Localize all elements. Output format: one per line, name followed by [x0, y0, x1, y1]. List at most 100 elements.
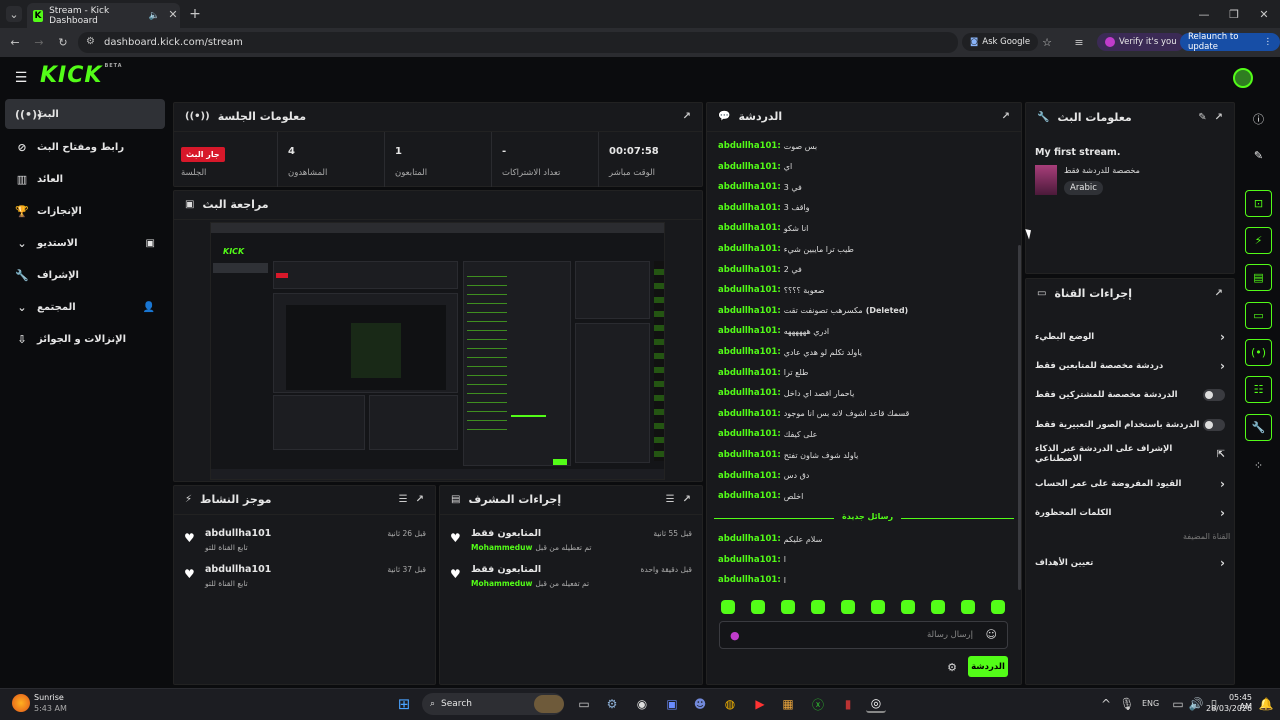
- chat-username[interactable]: abdullha101:: [718, 182, 781, 192]
- channel-action-item[interactable]: الكلمات المحظورة ›: [1035, 502, 1225, 524]
- chat-message[interactable]: abdullha101: ياولد شوف شاون تفتح: [718, 446, 1018, 464]
- chat-message[interactable]: abdullha101: واقف 3: [718, 199, 1018, 217]
- chat-username[interactable]: abdullha101:: [718, 326, 781, 336]
- chat-username[interactable]: abdullha101:: [718, 223, 781, 233]
- volume-icon[interactable]: 🔊: [1186, 695, 1206, 713]
- chat-message[interactable]: abdullha101: طيب ترا مايبين شيء: [718, 240, 1018, 258]
- back-icon[interactable]: ←: [8, 35, 22, 49]
- info-icon[interactable]: ⓘ: [1245, 105, 1272, 132]
- chat-username[interactable]: abdullha101:: [718, 450, 781, 460]
- toggle-switch[interactable]: [1203, 389, 1225, 401]
- chat-message[interactable]: abdullha101: ادري ههههههه: [718, 322, 1018, 340]
- tray-chevron-icon[interactable]: ^: [1096, 695, 1116, 713]
- chat-username[interactable]: abdullha101:: [718, 388, 781, 398]
- chat-message[interactable]: abdullha101: اي: [718, 158, 1018, 176]
- kebab-menu-icon[interactable]: ⋮: [1264, 37, 1273, 47]
- sidebar-item[interactable]: ⊘ رابط ومفتاح البث: [5, 132, 165, 162]
- chat-username[interactable]: abdullha101:: [718, 306, 781, 316]
- rail-bolt-icon[interactable]: ⚡: [1245, 227, 1272, 254]
- sidebar-item[interactable]: ⌄ الاستديو ▣: [5, 228, 165, 258]
- hamburger-menu-icon[interactable]: ☰: [12, 70, 30, 86]
- close-tab-icon[interactable]: ✕: [166, 7, 180, 21]
- popout-icon[interactable]: ↗: [1215, 112, 1223, 123]
- emote-icon[interactable]: [751, 600, 765, 614]
- chat-username[interactable]: abdullha101:: [718, 471, 781, 481]
- filter-icon[interactable]: ☰: [666, 494, 675, 505]
- emote-icon[interactable]: [811, 600, 825, 614]
- reading-list-icon[interactable]: ≡: [1072, 35, 1086, 49]
- chat-username[interactable]: abdullha101:: [718, 409, 781, 419]
- chat-message[interactable]: abdullha101: طلع ترا: [718, 364, 1018, 382]
- chat-message[interactable]: abdullha101: انا شكو: [718, 219, 1018, 237]
- network-icon[interactable]: ▭: [1168, 695, 1188, 713]
- chat-settings-icon[interactable]: ⚙: [945, 660, 959, 674]
- sidebar-item[interactable]: ▥ العائد: [5, 164, 165, 194]
- emote-icon[interactable]: [931, 600, 945, 614]
- emote-icon[interactable]: [781, 600, 795, 614]
- new-tab-icon[interactable]: +: [188, 6, 202, 22]
- xbox-icon[interactable]: ⓧ: [808, 695, 828, 713]
- chat-message[interactable]: abdullha101: مكسرهب تصونفت تقت (Deleted): [718, 302, 1018, 320]
- pencil-icon[interactable]: ✎: [1245, 142, 1272, 169]
- browser-tab[interactable]: K Stream - Kick Dashboard 🔈: [27, 3, 180, 28]
- sidebar-item[interactable]: ⇩ الإنزالات و الجوائز: [5, 324, 165, 354]
- chat-username[interactable]: abdullha101:: [718, 575, 781, 585]
- chat-message[interactable]: abdullha101: اخلص: [718, 487, 1018, 505]
- popout-icon[interactable]: ↗: [416, 494, 424, 505]
- maximize-icon[interactable]: ❐: [1226, 6, 1242, 22]
- kick-logo[interactable]: KICK BETA: [40, 63, 123, 88]
- chat-username[interactable]: abdullha101:: [718, 244, 781, 254]
- chat-message[interactable]: abdullha101: صعوبة ؟؟؟؟: [718, 281, 1018, 299]
- stream-preview-video[interactable]: KICK: [210, 222, 665, 480]
- emote-icon[interactable]: [721, 600, 735, 614]
- chat-username[interactable]: abdullha101:: [718, 285, 781, 295]
- sidebar-item[interactable]: 🏆 الإنجازات: [5, 196, 165, 226]
- rail-chat-icon[interactable]: ▭: [1245, 302, 1272, 329]
- channel-action-item[interactable]: الدردشة مخصصة للمشتركين فقط: [1035, 384, 1225, 406]
- weather-icon[interactable]: [12, 694, 30, 712]
- rail-more-icon[interactable]: ⁘: [1245, 452, 1272, 479]
- reload-icon[interactable]: ↻: [56, 35, 70, 49]
- chat-message[interactable]: abdullha101: قسمك قاعد اشوف لانه بس انا م…: [718, 405, 1018, 423]
- ask-google-button[interactable]: ◙ Ask Google: [962, 33, 1039, 51]
- chat-message[interactable]: abdullha101: في 3: [718, 178, 1018, 196]
- steam-icon[interactable]: ⚙: [602, 695, 622, 713]
- chat-send-button[interactable]: الدردشة: [968, 656, 1008, 677]
- youtube-icon[interactable]: ▶: [750, 695, 770, 713]
- chat-username[interactable]: abdullha101:: [718, 203, 781, 213]
- popout-icon[interactable]: ↗: [683, 494, 691, 505]
- mic-icon[interactable]: ●: [730, 629, 740, 642]
- sidebar-item[interactable]: 🔧 الإشراف: [5, 260, 165, 290]
- chat-message[interactable]: abdullha101: ياحمار اقصد اي داخل: [718, 384, 1018, 402]
- rail-document-icon[interactable]: ▤: [1245, 264, 1272, 291]
- clock-date[interactable]: 28/03/2026: [1206, 704, 1252, 713]
- discord-icon[interactable]: ▣: [662, 695, 682, 713]
- chat-scrollbar[interactable]: [1018, 245, 1021, 590]
- emote-icon[interactable]: [841, 600, 855, 614]
- chat-message[interactable]: abdullha101: على كيفك: [718, 425, 1018, 443]
- taskbar-search[interactable]: ⌕ Search: [422, 693, 564, 715]
- language-indicator[interactable]: ENG: [1142, 699, 1159, 708]
- notification-icon[interactable]: 🔔: [1256, 695, 1276, 713]
- emote-icon[interactable]: [961, 600, 975, 614]
- chat-username[interactable]: abdullha101:: [718, 429, 781, 439]
- popout-icon[interactable]: ↗: [683, 111, 691, 122]
- goals-item[interactable]: تعيين الأهداف ›: [1035, 552, 1225, 574]
- recorder-icon[interactable]: ◎: [866, 695, 886, 713]
- mic-tray-icon[interactable]: 🎙: [1117, 695, 1137, 713]
- chat-input[interactable]: ● إرسال رسالة ☺: [719, 621, 1008, 649]
- chat-username[interactable]: abdullha101:: [718, 534, 781, 544]
- sidebar-item[interactable]: ((•)) البث: [5, 99, 165, 129]
- chat-message[interactable]: abdullha101: بس صوت: [718, 137, 1018, 155]
- rail-layout-icon[interactable]: ☷: [1245, 376, 1272, 403]
- chat-username[interactable]: abdullha101:: [718, 368, 781, 378]
- toggle-switch[interactable]: [1203, 419, 1225, 431]
- chat-username[interactable]: abdullha101:: [718, 555, 781, 565]
- site-info-icon[interactable]: ⚙: [86, 36, 95, 47]
- emote-icon[interactable]: [871, 600, 885, 614]
- chat-message[interactable]: abdullha101: دق دس: [718, 467, 1018, 485]
- rail-focus-icon[interactable]: ⊡: [1245, 190, 1272, 217]
- app-red-icon[interactable]: ▮: [838, 695, 858, 713]
- chat-username[interactable]: abdullha101:: [718, 162, 781, 172]
- chat-message[interactable]: abdullha101: ا: [718, 571, 1018, 589]
